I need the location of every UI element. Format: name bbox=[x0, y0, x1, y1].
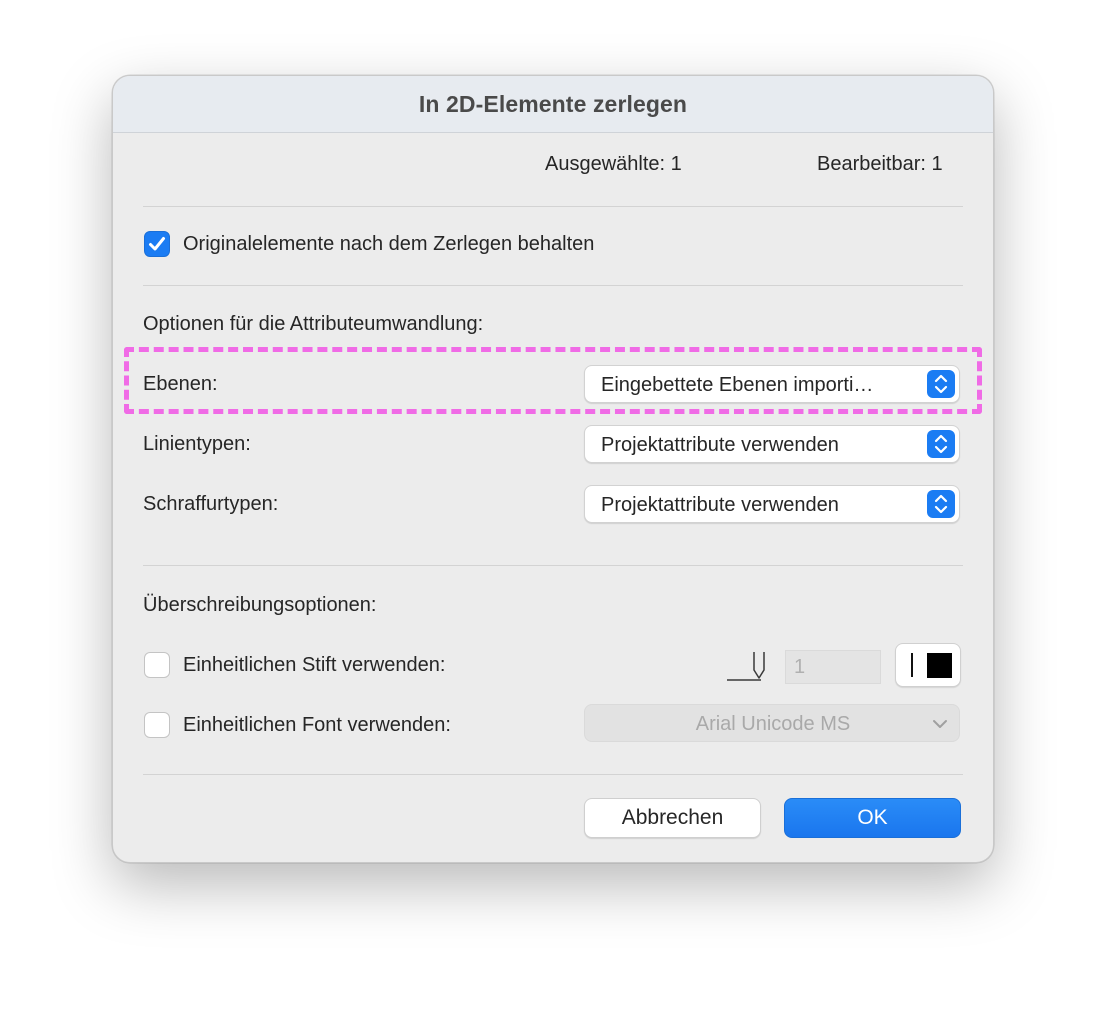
highlight-annotation bbox=[124, 347, 982, 414]
cancel-button[interactable]: Abbrechen bbox=[584, 798, 761, 838]
chevron-down-icon bbox=[933, 720, 947, 728]
uniform-pen-label[interactable]: Einheitlichen Stift verwenden: bbox=[183, 654, 445, 677]
pen-color-button[interactable] bbox=[895, 643, 961, 687]
keep-originals-checkbox[interactable] bbox=[144, 231, 170, 257]
title-bar: In 2D-Elemente zerlegen bbox=[113, 76, 993, 133]
linetypes-select[interactable]: Projektattribute verwenden bbox=[584, 425, 960, 463]
selected-count: Ausgewählte: 1 bbox=[545, 153, 682, 175]
uniform-pen-checkbox[interactable] bbox=[144, 652, 170, 678]
separator bbox=[143, 206, 963, 207]
ok-button[interactable]: OK bbox=[784, 798, 961, 838]
linetypes-label: Linientypen: bbox=[143, 433, 251, 455]
fills-select[interactable]: Projektattribute verwenden bbox=[584, 485, 960, 523]
color-swatch-icon bbox=[911, 653, 952, 678]
pen-number-field[interactable]: 1 bbox=[785, 650, 881, 684]
stepper-icon bbox=[927, 430, 955, 458]
override-section-heading: Überschreibungsoptionen: bbox=[143, 594, 377, 616]
font-select[interactable]: Arial Unicode MS bbox=[584, 704, 960, 742]
ok-button-label: OK bbox=[857, 806, 888, 829]
explode-dialog: In 2D-Elemente zerlegen Ausgewählte: 1 B… bbox=[112, 75, 994, 863]
fills-select-value: Projektattribute verwenden bbox=[601, 494, 839, 516]
font-select-value: Arial Unicode MS bbox=[695, 713, 851, 735]
uniform-font-label[interactable]: Einheitlichen Font verwenden: bbox=[183, 714, 451, 737]
uniform-font-checkbox[interactable] bbox=[144, 712, 170, 738]
pen-number-value: 1 bbox=[794, 656, 806, 678]
separator bbox=[143, 774, 963, 775]
separator bbox=[143, 285, 963, 286]
checkmark-icon bbox=[149, 237, 165, 251]
attribute-section-heading: Optionen für die Attributeumwandlung: bbox=[143, 313, 484, 335]
dialog-title: In 2D-Elemente zerlegen bbox=[418, 90, 688, 117]
fills-label: Schraffurtypen: bbox=[143, 493, 279, 515]
keep-originals-label[interactable]: Originalelemente nach dem Zerlegen behal… bbox=[183, 233, 594, 256]
linetypes-select-value: Projektattribute verwenden bbox=[601, 434, 839, 456]
editable-count: Bearbeitbar: 1 bbox=[817, 153, 943, 175]
cancel-button-label: Abbrechen bbox=[621, 806, 724, 829]
stepper-icon bbox=[927, 490, 955, 518]
separator bbox=[143, 565, 963, 566]
pen-icon bbox=[727, 652, 765, 681]
